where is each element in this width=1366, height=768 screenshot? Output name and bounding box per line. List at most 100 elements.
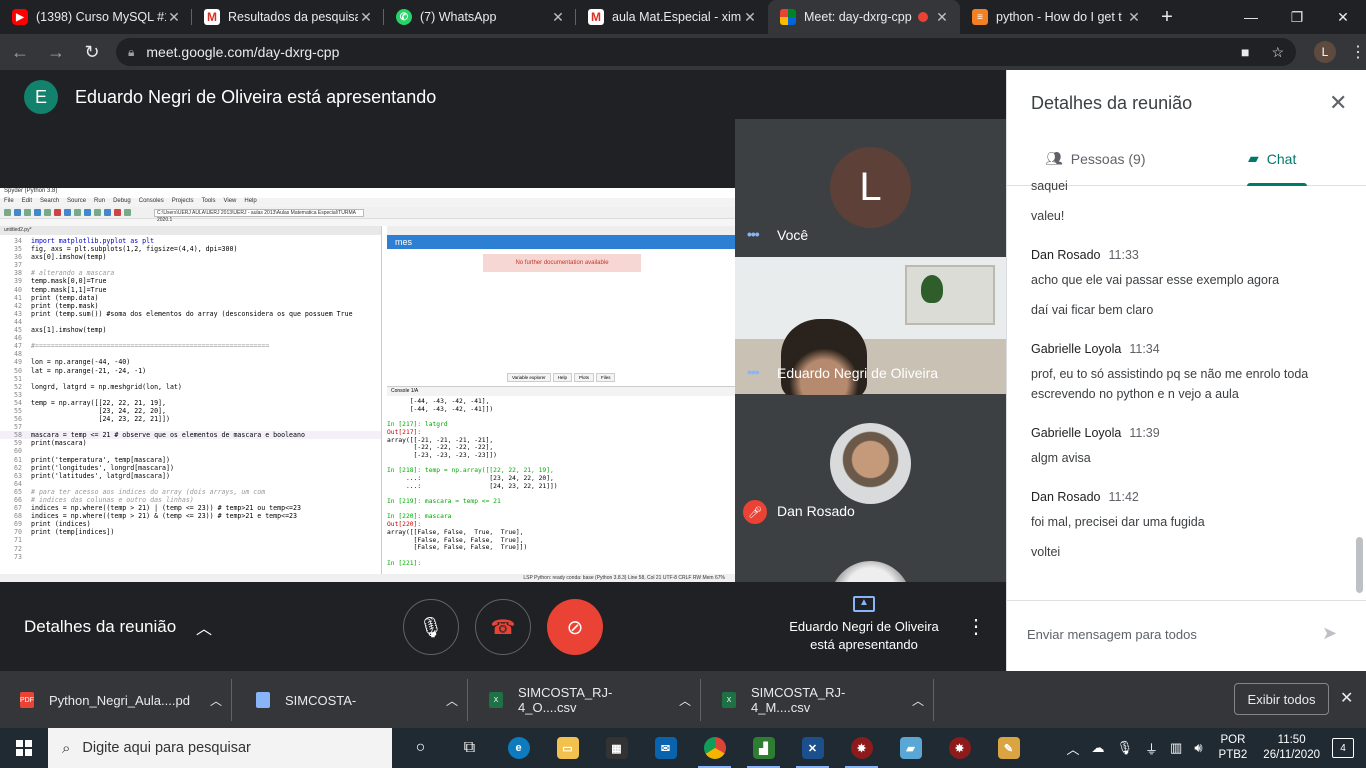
participant-tile-video[interactable]: ••• Eduardo Negri de Oliveira	[735, 257, 1006, 399]
line-number: 43	[14, 309, 22, 318]
file-explorer-icon[interactable]: ▭	[543, 728, 592, 768]
close-tab-icon[interactable]: ✕	[742, 9, 758, 26]
show-all-downloads-button[interactable]: Exibir todos	[1234, 683, 1329, 715]
code-line: 67 indices = np.where((temp > 21) | (temp…	[0, 504, 381, 512]
presentation-status[interactable]: ▲ Eduardo Negri de Oliveira está apresen…	[780, 596, 948, 654]
mail-app-icon[interactable]: ✉	[641, 728, 690, 768]
participant-tile[interactable]: 🎤︎ Dan Rosado	[735, 395, 1006, 532]
code-line: 45 axs[1].imshow(temp)	[0, 326, 381, 334]
new-tab-button[interactable]: +	[1152, 0, 1182, 34]
download-item[interactable]: PDF Python_Negri_Aula....pd ︿	[0, 679, 232, 721]
console-line: In [219]: mascara = temp <= 21	[387, 498, 501, 506]
chevron-up-icon[interactable]: ︿	[437, 692, 467, 709]
back-arrow-icon[interactable]: ←	[4, 36, 36, 68]
browser-menu-icon[interactable]: ⋮	[1350, 42, 1366, 62]
notes-app-icon[interactable]: ▰	[886, 728, 935, 768]
language-indicator[interactable]: POR PTB2	[1219, 733, 1248, 763]
close-tab-icon[interactable]: ✕	[550, 9, 566, 26]
line-number: 34	[14, 237, 22, 245]
line-number: 70	[14, 528, 22, 537]
microphone-button[interactable]: 🎙︎	[403, 599, 459, 655]
chat-message-input[interactable]	[1027, 627, 1307, 642]
usb-icon[interactable]: ⏚	[1145, 739, 1158, 758]
code-line: 60	[0, 447, 381, 455]
browser-tab-active[interactable]: Meet: day-dxrg-cpp ✕	[768, 0, 960, 34]
taskbar-search[interactable]: ⌕ Digite aqui para pesquisar	[48, 728, 392, 768]
edge-app-icon[interactable]: e	[494, 728, 543, 768]
microphone-icon: 🎙︎	[418, 616, 444, 639]
minimize-icon[interactable]: —	[1228, 0, 1274, 34]
tab-chat[interactable]: ▰ Chat	[1248, 150, 1296, 167]
more-options-icon[interactable]: ⋮	[966, 614, 986, 639]
line-number: 73	[14, 552, 22, 561]
close-tab-icon[interactable]: ✕	[1126, 9, 1142, 26]
restore-icon[interactable]: ❐	[1274, 0, 1320, 34]
cortana-icon[interactable]: ○	[396, 728, 445, 768]
chevron-up-icon[interactable]: ︿	[201, 692, 231, 709]
close-window-icon[interactable]: ✕	[1320, 0, 1366, 34]
chat-scrollbar[interactable]	[1356, 537, 1363, 593]
download-item[interactable]: X SIMCOSTA_RJ-4_M....csv ︿	[702, 679, 934, 721]
spyder-menu-item: Consoles	[138, 198, 164, 204]
line-number: 47	[14, 342, 22, 351]
spyder-app-icon[interactable]: ✸	[837, 728, 886, 768]
chat-message-header: Gabrielle Loyola 11:39	[1031, 426, 1343, 440]
participant-avatar: L	[830, 147, 911, 228]
anaconda-app-icon[interactable]: ✸	[935, 728, 984, 768]
microphone-tray-icon[interactable]: 🎙︎	[1117, 740, 1134, 756]
spyder-menu-item: View	[223, 198, 237, 204]
taskbar-clock[interactable]: 11:50 26/11/2020	[1263, 733, 1320, 763]
presenting-label: Eduardo Negri de Oliveira está apresenta…	[789, 619, 939, 652]
onedrive-icon[interactable]: ☁	[1092, 740, 1105, 756]
close-tab-icon[interactable]: ✕	[166, 9, 182, 26]
camera-button[interactable]: ⊘	[547, 599, 603, 655]
chevron-up-icon[interactable]: ︿	[670, 692, 700, 709]
participant-tile-partial[interactable]	[735, 533, 1006, 582]
shared-screen: Spyder (Python 3.8) File Edit Search Source…	[0, 188, 735, 582]
code-line: 64	[0, 480, 381, 488]
notification-center-icon[interactable]: 4	[1332, 738, 1354, 758]
bookmark-star-icon[interactable]: ☆	[1271, 44, 1284, 61]
chevron-up-icon[interactable]: ︿	[196, 615, 212, 639]
browser-tab[interactable]: ✆ (7) WhatsApp ✕	[384, 0, 576, 34]
send-icon[interactable]: ➤	[1322, 623, 1337, 644]
volume-icon[interactable]: 🔊︎	[1194, 740, 1202, 756]
browser-tab[interactable]: ≡ python - How do I get t ✕	[960, 0, 1152, 34]
close-tab-icon[interactable]: ✕	[934, 9, 950, 26]
camera-permission-icon[interactable]: ■	[1241, 44, 1249, 61]
close-tab-icon[interactable]: ✕	[358, 9, 374, 26]
paint-app-icon[interactable]: ✎	[984, 728, 1033, 768]
python-app-icon[interactable]: ✕	[788, 728, 837, 768]
spyder-menu-item: Edit	[21, 198, 33, 204]
code-line: 55 [23, 24, 22, 20],	[0, 407, 381, 415]
line-text: lat = np.arange(-21, -24, -1)	[31, 366, 147, 375]
store-app-icon[interactable]: ▦	[592, 728, 641, 768]
chevron-up-icon[interactable]: ︿	[903, 692, 933, 709]
close-download-bar-icon[interactable]: ✕	[1340, 688, 1353, 708]
start-button[interactable]	[0, 728, 48, 768]
chat-message-header: Gabrielle Loyola 11:34	[1031, 342, 1343, 356]
task-view-icon[interactable]: ⧉	[445, 728, 494, 768]
network-icon[interactable]: ▥	[1170, 740, 1182, 756]
chart-app-icon[interactable]: ▟	[739, 728, 788, 768]
reload-icon[interactable]: ↻	[76, 36, 108, 68]
chat-timestamp: 11:33	[1108, 248, 1139, 262]
meeting-details-button[interactable]: Detalhes da reunião	[24, 617, 176, 637]
spyder-title-bar: Spyder (Python 3.8)	[0, 188, 735, 198]
show-hidden-icons-icon[interactable]: ︿	[1066, 739, 1079, 758]
leave-call-button[interactable]: ☎︎	[475, 599, 531, 655]
tab-people[interactable]: 👥︎ Pessoas (9)	[1045, 150, 1145, 167]
forward-arrow-icon[interactable]: →	[40, 36, 72, 68]
browser-tab[interactable]: M Resultados da pesquisa ✕	[192, 0, 384, 34]
download-item[interactable]: SIMCOSTA- ︿	[236, 679, 468, 721]
chrome-app-icon[interactable]	[690, 728, 739, 768]
close-panel-icon[interactable]: ✕	[1329, 90, 1347, 116]
participant-tile-self[interactable]: L ••• Você	[735, 119, 1006, 256]
browser-tab[interactable]: ▶ (1398) Curso MySQL #1 ✕	[0, 0, 192, 34]
line-number: 71	[14, 536, 22, 545]
spyder-menu-item: Tools	[201, 198, 216, 204]
profile-avatar[interactable]: L	[1314, 41, 1336, 63]
browser-tab[interactable]: M aula Mat.Especial - xim ✕	[576, 0, 768, 34]
address-bar[interactable]: 🔒︎ meet.google.com/day-dxrg-cpp ■ ☆	[116, 38, 1296, 66]
download-item[interactable]: X SIMCOSTA_RJ-4_O....csv ︿	[469, 679, 701, 721]
